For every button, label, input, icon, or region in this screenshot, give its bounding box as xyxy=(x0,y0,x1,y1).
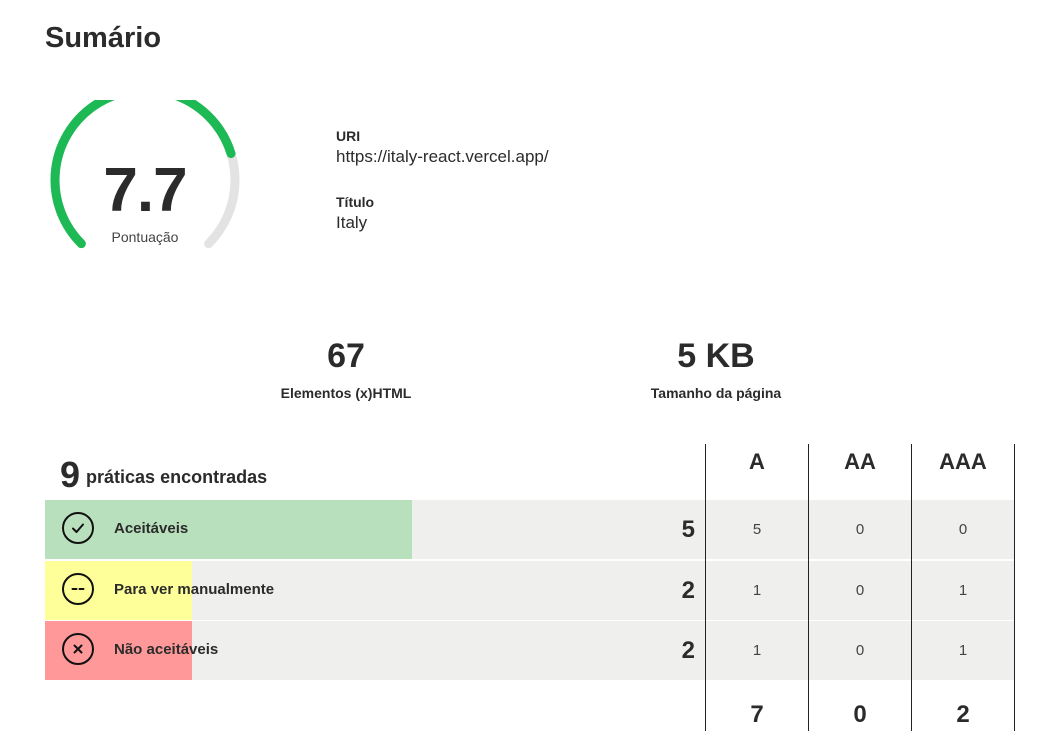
stat-size: 5 KB Tamanho da página xyxy=(616,339,816,401)
page-title: Sumário xyxy=(45,22,162,54)
row-progress-bar xyxy=(45,500,412,559)
score-label: Pontuação xyxy=(111,229,179,245)
row-cell-aaa: 0 xyxy=(958,521,968,538)
title-value: Italy xyxy=(336,213,368,232)
row-cell-aa: 0 xyxy=(855,642,865,659)
row-cell-aa: 0 xyxy=(855,521,865,538)
column-divider xyxy=(705,444,706,731)
close-icon xyxy=(62,633,94,665)
column-header-aaa: AAA xyxy=(939,449,987,474)
title-block: Título Italy xyxy=(336,194,374,233)
stat-elements: 67 Elementos (x)HTML xyxy=(246,339,446,401)
practice-row-manual[interactable]: Para ver manualmente 2 1 0 1 xyxy=(45,561,1014,620)
column-divider xyxy=(911,444,912,731)
column-header-aa: AA xyxy=(844,449,876,474)
practices-count: 9 xyxy=(60,454,81,495)
elements-label: Elementos (x)HTML xyxy=(280,385,412,401)
row-cell-aaa: 1 xyxy=(958,642,968,659)
column-header-a: A xyxy=(749,449,765,474)
row-cell-a: 1 xyxy=(752,642,762,659)
row-total: 2 xyxy=(681,637,695,664)
total-aa: 0 xyxy=(853,701,867,728)
elements-count: 67 xyxy=(327,337,365,375)
row-label: Aceitáveis xyxy=(114,520,189,537)
score-gauge: 7.7 Pontuação xyxy=(45,100,245,265)
page-size-value: 5 KB xyxy=(677,337,755,375)
row-cell-a: 1 xyxy=(752,582,762,599)
uri-block: URI https://italy-react.vercel.app/ xyxy=(336,128,549,167)
page-size-label: Tamanho da página xyxy=(650,385,782,401)
row-total: 5 xyxy=(681,516,695,543)
total-a: 7 xyxy=(750,701,764,728)
row-cell-a: 5 xyxy=(752,521,762,538)
title-label: Título xyxy=(336,194,375,210)
practice-row-not-accepted[interactable]: Não aceitáveis 2 1 0 1 xyxy=(45,621,1014,680)
row-label: Para ver manualmente xyxy=(114,581,275,598)
uri-label: URI xyxy=(336,128,361,144)
check-icon xyxy=(62,512,94,544)
row-cell-aaa: 1 xyxy=(958,582,968,599)
total-aaa: 2 xyxy=(956,701,970,728)
score-value: 7.7 xyxy=(103,156,187,225)
row-total: 2 xyxy=(681,577,695,604)
practice-row-accepted[interactable]: Aceitáveis 5 5 0 0 xyxy=(45,500,1014,559)
practices-title: 9 práticas encontradas xyxy=(60,454,267,496)
practices-title-text: práticas encontradas xyxy=(86,467,268,487)
column-divider xyxy=(808,444,809,731)
row-cell-aa: 0 xyxy=(855,582,865,599)
column-divider xyxy=(1014,444,1015,731)
dash-icon xyxy=(62,573,94,605)
row-label: Não aceitáveis xyxy=(114,641,219,658)
uri-value: https://italy-react.vercel.app/ xyxy=(336,147,549,166)
